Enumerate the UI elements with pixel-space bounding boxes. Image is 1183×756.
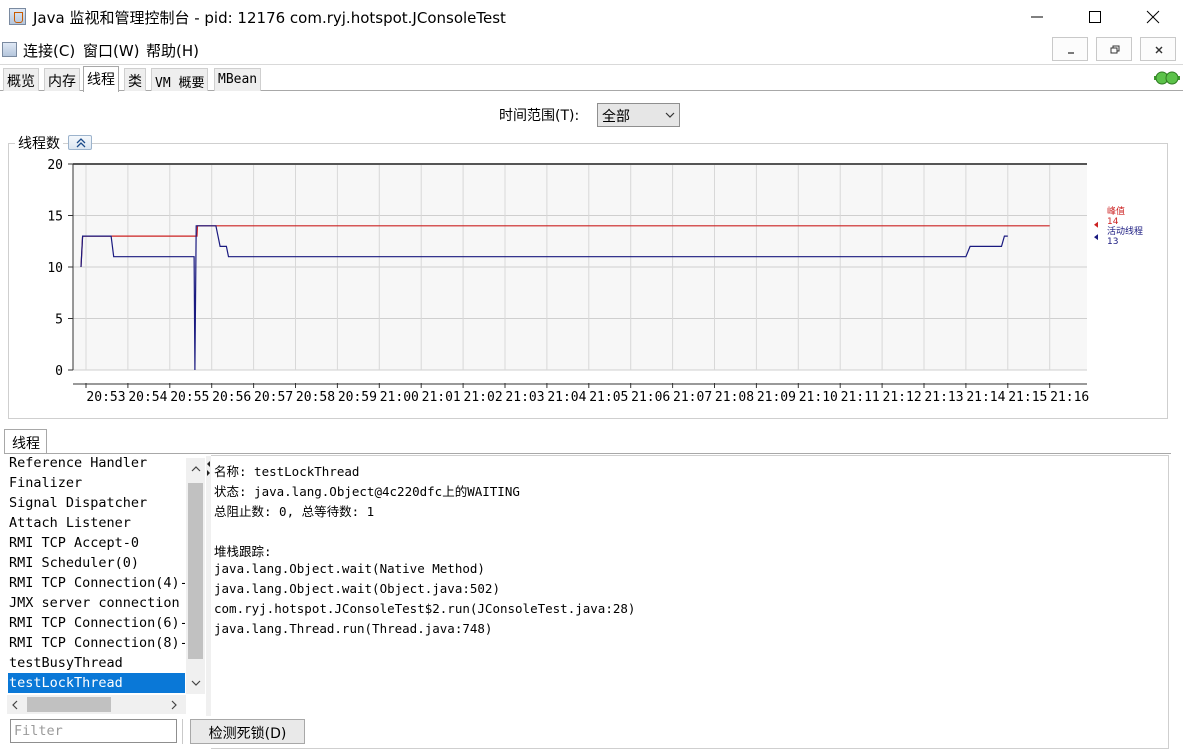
detect-deadlock-button[interactable]: 检测死锁(D) — [190, 719, 305, 744]
x-tick-label: 21:16 — [1050, 390, 1089, 405]
x-tick-label: 21:01 — [422, 390, 461, 405]
stack-frame: java.lang.Object.wait(Object.java:502) — [214, 581, 500, 596]
thread-list-item[interactable]: RMI TCP Connection(4)- — [8, 573, 185, 593]
thread-list-item[interactable]: Reference Handler — [8, 453, 185, 473]
thread-list-item[interactable]: Signal Dispatcher — [8, 493, 185, 513]
x-tick-label: 20:57 — [254, 390, 293, 405]
scroll-left-icon[interactable] — [12, 700, 18, 710]
thread-list-vertical-scrollbar[interactable] — [186, 458, 205, 694]
x-tick-label: 21:10 — [799, 390, 838, 405]
y-tick-label: 0 — [55, 364, 63, 379]
legend-live-value: 13 — [1107, 237, 1118, 247]
thread-list-item[interactable]: RMI TCP Accept-0 — [8, 533, 185, 553]
stack-frame: java.lang.Object.wait(Native Method) — [214, 561, 485, 576]
x-tick-label: 21:13 — [924, 390, 963, 405]
x-tick-label: 21:08 — [715, 390, 754, 405]
x-tick-label: 20:56 — [212, 390, 251, 405]
x-tick-label: 20:55 — [170, 390, 209, 405]
y-tick-label: 5 — [55, 313, 63, 328]
x-tick-label: 21:12 — [883, 390, 922, 405]
stack-frame: com.ryj.hotspot.JConsoleTest$2.run(JCons… — [214, 601, 636, 616]
scroll-up-icon[interactable] — [191, 466, 201, 472]
legend-live-name: 活动线程 — [1107, 225, 1143, 237]
x-tick-label: 20:59 — [338, 390, 377, 405]
thread-list-item[interactable]: Attach Listener — [8, 513, 185, 533]
y-tick-label: 20 — [47, 158, 63, 173]
vertical-scroll-thumb[interactable] — [188, 483, 203, 659]
thread-list-horizontal-scrollbar[interactable] — [7, 695, 186, 714]
legend-peak-name: 峰值 — [1107, 205, 1125, 217]
thread-list: Reference Handler Finalizer Signal Dispatc… — [7, 453, 207, 716]
thread-filter-input[interactable]: Filter — [10, 719, 177, 743]
thread-list-item[interactable]: RMI Scheduler(0) — [8, 553, 185, 573]
x-tick-label: 21:00 — [380, 390, 419, 405]
x-tick-label: 21:07 — [673, 390, 712, 405]
x-tick-label: 21:09 — [757, 390, 796, 405]
x-tick-label: 21:03 — [505, 390, 544, 405]
thread-list-item[interactable]: RMI TCP Connection(8)- — [8, 633, 185, 653]
thread-list-item[interactable]: testLockThread — [8, 673, 185, 693]
legend-peak-value: 14 — [1107, 217, 1119, 227]
thread-list-item[interactable]: RMI TCP Connection(6)- — [8, 613, 185, 633]
x-tick-label: 21:06 — [631, 390, 670, 405]
x-tick-label: 20:54 — [128, 390, 167, 405]
x-tick-label: 20:58 — [296, 390, 335, 405]
y-tick-label: 10 — [47, 261, 63, 276]
scroll-right-icon[interactable] — [171, 700, 177, 710]
thread-list-item[interactable]: Finalizer — [8, 473, 185, 493]
legend-peak-marker — [1094, 221, 1098, 228]
toolbar-separator — [182, 719, 184, 744]
x-tick-label: 21:14 — [966, 390, 1005, 405]
stack-trace-header: 堆栈跟踪: — [214, 544, 272, 559]
x-tick-label: 21:04 — [547, 390, 586, 405]
horizontal-scroll-thumb[interactable] — [27, 697, 111, 712]
x-tick-label: 20:53 — [86, 390, 125, 405]
thread-name-line: 名称: testLockThread — [214, 464, 360, 479]
threads-subtab[interactable]: 线程 — [4, 429, 47, 454]
x-tick-label: 21:15 — [1008, 390, 1047, 405]
thread-list-item[interactable]: testBusyThread — [8, 653, 185, 673]
thread-counts-line: 总阻止数: 0, 总等待数: 1 — [214, 504, 375, 519]
scroll-down-icon[interactable] — [191, 680, 201, 686]
y-tick-label: 15 — [47, 210, 63, 225]
legend-live-marker — [1094, 234, 1098, 241]
x-tick-label: 21:05 — [589, 390, 628, 405]
x-tick-label: 21:11 — [841, 390, 880, 405]
thread-count-chart: 0 5 10 15 20 20:53 20:54 20:55 20:56 20:57 20:58 20… — [47, 158, 1143, 405]
thread-list-item[interactable]: JMX server connection — [8, 593, 185, 613]
thread-state-line: 状态: java.lang.Object@4c220dfc上的WAITING — [214, 484, 520, 499]
x-tick-label: 21:02 — [464, 390, 503, 405]
stack-frame: java.lang.Thread.run(Thread.java:748) — [214, 621, 493, 636]
